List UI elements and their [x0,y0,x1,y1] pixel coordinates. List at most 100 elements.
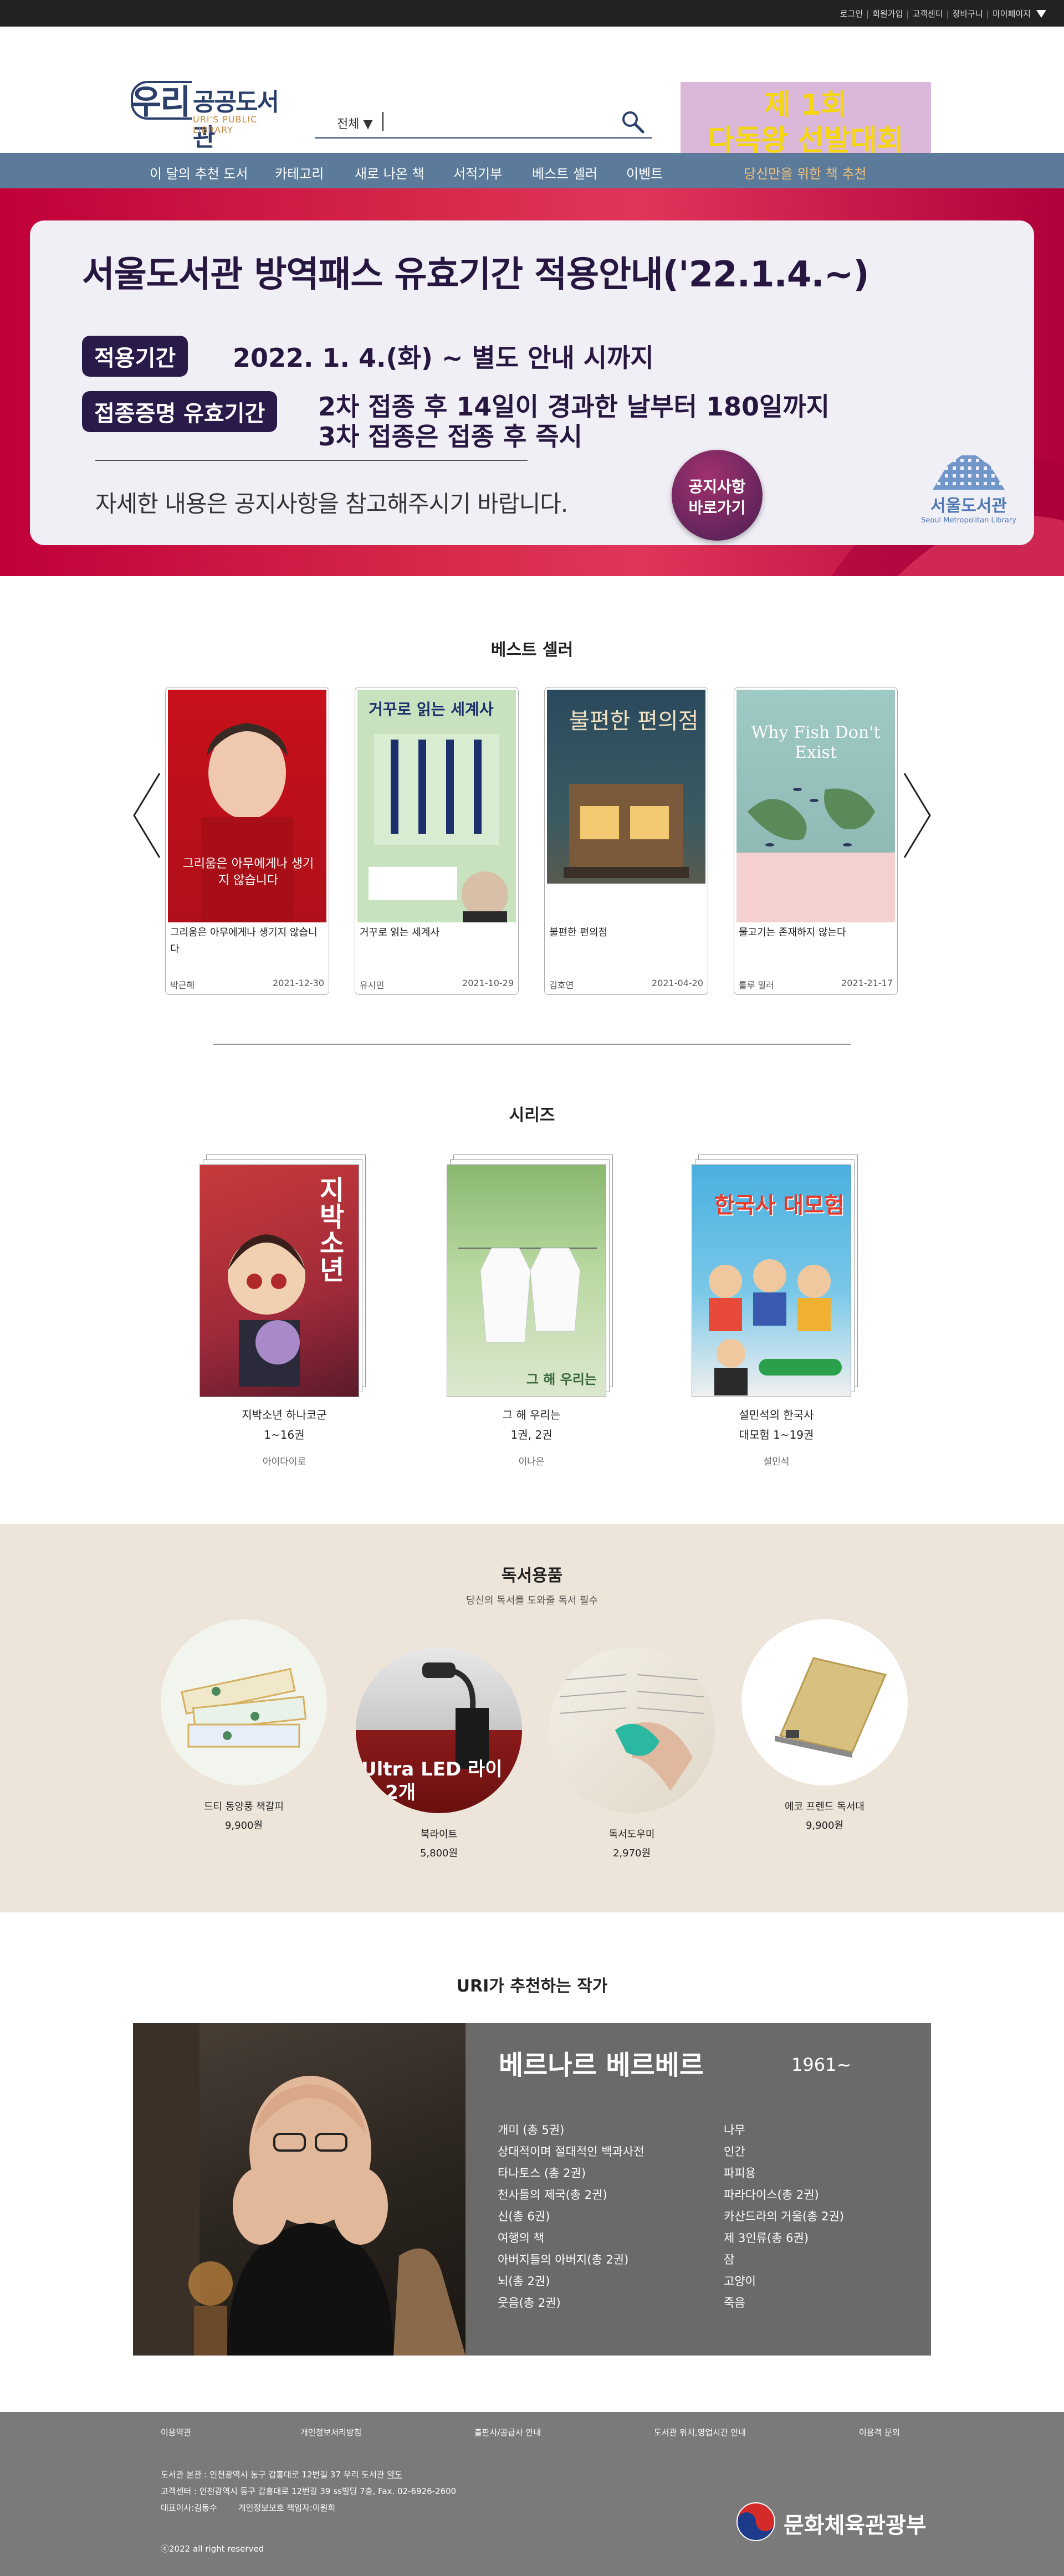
notice-banner[interactable]: 서울도서관 방역패스 유효기간 적용안내('22.1.4.~) 적용기간 202… [0,188,1064,576]
footer-link-location[interactable]: 도서관 위치,영업시간 안내 [654,2426,746,2438]
series-book-stack: 그 해 우리는 [447,1154,613,1398]
book-author: 유시민 [360,980,385,991]
search-scope-select[interactable]: 전체 ▼ [337,114,372,132]
author-work[interactable]: 파피용 [724,2163,844,2184]
goods-item[interactable]: Ultra LED 라이트 2개 북라이트 5,800원 [350,1647,528,1860]
author-name: 베르나르 베르베르 [499,2050,704,2081]
author-work[interactable]: 파라다이스(총 2권) [724,2184,844,2206]
site-footer: 이용약관 개인정보처리방침 출판사/공급사 안내 도서관 위치,영업시간 안내 … [0,2412,1064,2576]
author-work[interactable]: 천사들의 제국(총 2권) [498,2184,644,2206]
recommended-author-panel[interactable]: 베르나르 베르베르 1961~ 개미 (총 5권) 상대적이며 절대적인 백과사… [133,2023,931,2356]
footer-link-terms[interactable]: 이용약관 [161,2426,191,2438]
author-work[interactable]: 나무 [724,2120,844,2141]
bestseller-card[interactable]: 거꾸로 읽는 세계사 거꾸로 읽는 세계사 유시민 2021-10-29 [355,687,519,995]
nav-item-bestseller[interactable]: 베스트 셀러 [532,163,597,182]
series-title-line-2: 1권, 2권 [510,1428,553,1441]
carousel-next-arrow-icon[interactable] [900,771,933,860]
goods-image [161,1619,327,1785]
series-title: 설민석의 한국사 대모험 1~19권 [685,1405,868,1445]
support-link[interactable]: 고객센터 [912,8,943,19]
author-work[interactable]: 웃음(총 2권) [498,2292,644,2314]
author-work[interactable]: 제 3인류(총 6권) [724,2228,844,2249]
section-divider [213,1044,851,1045]
notice-shortcut-button[interactable]: 공지사항 바로가기 [672,450,763,541]
nav-item-new-books[interactable]: 새로 나온 책 [355,163,424,182]
seoul-library-logo: 서울도서관 Seoul Metropolitan Library [913,455,1024,527]
book-author: 김호연 [549,980,574,991]
goods-price: 9,900원 [224,1820,263,1831]
goods-item[interactable]: 드티 동양풍 책갈피 9,900원 [155,1619,332,1832]
series-cover-art [458,1248,597,1343]
goods-item[interactable]: 에코 프렌드 독서대 9,900원 [736,1619,913,1832]
book-cover: 그리움은 아무에게나 생기지 않습니다 [168,690,326,922]
cover-title: 한국사 대모험 [714,1193,845,1218]
seoul-library-name: 서울도서관 [930,496,1007,516]
bestseller-card[interactable]: Why Fish Don't Exist 물고기는 존재하지 않는다 룰루 밀러… [734,687,898,995]
validity-text-2: 3차 접종은 접종 후 즉시 [318,422,582,451]
banner-divider [95,460,528,461]
series-heading: 시리즈 [509,1106,555,1125]
site-logo[interactable]: 우리 공공도서관 URI'S PUBLIC LIBRARY [131,75,297,152]
book-meta: 룰루 밀러 2021-21-17 [739,978,893,991]
cover-title: 지박소년 [314,1176,345,1282]
author-work[interactable]: 뇌(총 2권) [498,2271,644,2292]
author-work[interactable]: 아버지들의 아버지(총 2권) [498,2249,644,2271]
period-text: 2022. 1. 4.(화) ~ 별도 안내 시까지 [233,343,654,373]
nav-item-monthly-picks[interactable]: 이 달의 추천 도서 [150,163,248,182]
goods-subtitle: 당신의 독서를 도와줄 독서 필수 [466,1595,598,1607]
footer-link-publishers[interactable]: 출판사/공급사 안내 [474,2426,541,2438]
series-item[interactable]: 한국사 대모험 설민석의 한국사 대모험 1~19권 설민석 [685,1154,868,1467]
search-icon[interactable] [620,109,646,135]
footer-link-privacy[interactable]: 개인정보처리방침 [300,2426,361,2438]
banner-note: 자세한 내용은 공지사항을 참고해주시기 바랍니다. [95,490,568,517]
book-author: 박근혜 [170,980,195,991]
author-work[interactable]: 타나토스 (총 2권) [498,2163,644,2184]
cart-link[interactable]: 장바구니 [953,8,983,19]
taegeuk-emblem-icon [736,2502,775,2541]
author-work[interactable]: 개미 (총 5권) [498,2120,644,2141]
footer-map-link[interactable]: 약도 [387,2470,402,2480]
series-item[interactable]: 그 해 우리는 그 해 우리는 1권, 2권 이나은 [440,1154,623,1467]
footer-link-inquiry[interactable]: 이용객 문의 [859,2426,900,2438]
goods-item[interactable]: 독서도우미 2,970원 [543,1647,720,1860]
login-link[interactable]: 로그인 [840,8,863,19]
series-cover: 지박소년 [200,1164,359,1397]
utility-bar: 로그인 | 회원가입 | 고객센터 | 장바구니 | 마이페이지 [0,0,1064,27]
footer-address-main: 도서관 본관 : 인천광역시 동구 갑홍대로 12번길 37 우리 도서관 약도 [161,2469,402,2480]
book-author: 룰루 밀러 [739,980,774,991]
author-work[interactable]: 고양이 [724,2271,844,2292]
author-work[interactable]: 인간 [724,2141,844,2163]
author-work[interactable]: 상대적이며 절대적인 백과사전 [498,2141,644,2163]
footer-representative: 대표이사:김동수 개인정보보호 책임자:이원희 [161,2503,336,2513]
divider: | [986,8,989,19]
author-work[interactable]: 신(총 6권) [498,2206,644,2228]
nav-item-recommend[interactable]: 당신만을 위한 책 추천 [744,163,867,182]
author-portrait-art [133,2023,466,2356]
search-input[interactable] [382,112,383,131]
footer-copyright: ⓒ2022 all right reserved [161,2544,264,2554]
series-title-line-1: 그 해 우리는 [502,1408,561,1422]
author-work[interactable]: 카산드라의 거울(총 2권) [724,2206,844,2228]
nav-item-donation[interactable]: 서적기부 [453,163,502,182]
author-work[interactable]: 여행의 책 [498,2228,644,2249]
series-author: 아이다이로 [262,1456,306,1467]
author-work[interactable]: 잠 [724,2249,844,2271]
bestseller-card[interactable]: 불편한 편의점 불편한 편의점 김호연 2021-04-20 [544,687,708,995]
nav-item-event[interactable]: 이벤트 [626,163,663,182]
series-book-stack: 한국사 대모험 [692,1154,858,1398]
goods-overlay-text: Ultra LED 라이트 2개 [361,1758,503,1804]
series-item[interactable]: 지박소년 지박소년 하나코군 1~16권 아이다이로 [193,1154,376,1467]
notice-shortcut-line-1: 공지사항 [688,478,746,496]
footer-address-main-text: 도서관 본관 : 인천광역시 동구 갑홍대로 12번길 37 우리 도서관 [161,2470,387,2480]
author-works-col-1: 개미 (총 5권) 상대적이며 절대적인 백과사전 타나토스 (총 2권) 천사… [498,2120,644,2314]
mypage-link[interactable]: 마이페이지 [993,8,1031,19]
author-work[interactable]: 죽음 [724,2292,844,2314]
author-photo [133,2023,466,2356]
cover-title: 그리움은 아무에게나 생기지 않습니다 [182,857,314,887]
nav-item-category[interactable]: 카테고리 [275,163,324,182]
carousel-prev-arrow-icon[interactable] [131,771,164,860]
signup-link[interactable]: 회원가입 [872,8,903,19]
goods-image [549,1647,715,1813]
bestseller-card[interactable]: 그리움은 아무에게나 생기지 않습니다 그리움은 아무에게나 생기지 않습니다 … [165,687,329,995]
dropdown-triangle-icon[interactable] [1036,9,1046,18]
